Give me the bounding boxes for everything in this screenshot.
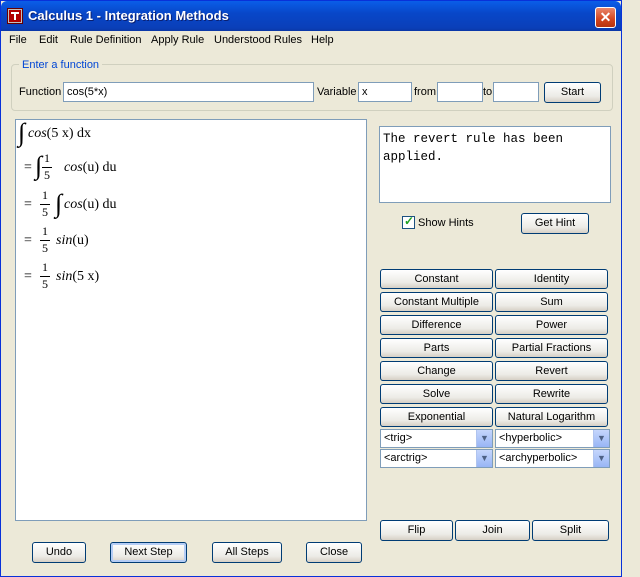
undo-button[interactable]: Undo [32, 542, 86, 563]
rule-button-identity[interactable]: Identity [495, 269, 608, 289]
rule-button-partial-fractions[interactable]: Partial Fractions [495, 338, 608, 358]
archyperbolic-select-value: <archyperbolic> [499, 452, 578, 464]
fraction-denominator: 5 [42, 277, 48, 291]
menu-edit[interactable]: Edit [39, 34, 58, 46]
chevron-down-icon[interactable]: ▼ [476, 450, 492, 467]
main-window: Calculus 1 - Integration Methods ✕ File … [0, 0, 622, 577]
next-step-button[interactable]: Next Step [110, 542, 187, 563]
fraction-denominator: 5 [42, 205, 48, 219]
to-input[interactable] [493, 82, 539, 102]
menu-understood-rules[interactable]: Understood Rules [214, 34, 302, 46]
fraction-numerator: 1 [42, 260, 48, 274]
all-steps-button[interactable]: All Steps [212, 542, 282, 563]
to-label: to [483, 86, 493, 98]
join-button[interactable]: Join [455, 520, 530, 541]
rule-button-revert[interactable]: Revert [495, 361, 608, 381]
chevron-down-icon[interactable]: ▼ [593, 450, 609, 467]
trig-select[interactable]: <trig> ▼ [380, 429, 493, 448]
rule-button-sum[interactable]: Sum [495, 292, 608, 312]
get-hint-button[interactable]: Get Hint [521, 213, 589, 234]
variable-label: Variable [317, 86, 357, 98]
integral-sign: ∫ [18, 118, 26, 147]
rule-button-change[interactable]: Change [380, 361, 493, 381]
hint-text-box[interactable]: The revert rule has been applied. [379, 126, 611, 203]
from-label: from [414, 86, 436, 98]
rule-button-constant-multiple[interactable]: Constant Multiple [380, 292, 493, 312]
fraction-numerator: 1 [42, 224, 48, 238]
split-button[interactable]: Split [532, 520, 609, 541]
function-label: Function [19, 86, 62, 98]
variable-input[interactable]: x [358, 82, 412, 102]
steps-workspace[interactable] [15, 119, 367, 521]
rule-button-natural-logarithm[interactable]: Natural Logarithm [495, 407, 608, 427]
arctrig-select-value: <arctrig> [384, 452, 428, 464]
rule-button-rewrite[interactable]: Rewrite [495, 384, 608, 404]
archyperbolic-select[interactable]: <archyperbolic> ▼ [495, 449, 610, 468]
integral-sign: ∫ [55, 189, 63, 218]
app-icon [7, 8, 23, 24]
hyperbolic-select-value: <hyperbolic> [499, 432, 562, 444]
menu-rule-definition[interactable]: Rule Definition [70, 34, 142, 46]
rule-button-parts[interactable]: Parts [380, 338, 493, 358]
menu-help[interactable]: Help [311, 34, 334, 46]
equals-sign: = [24, 233, 32, 248]
fraction-denominator: 5 [44, 168, 50, 182]
from-input[interactable] [437, 82, 483, 102]
menu-bar: File Edit Rule Definition Apply Rule Und… [1, 31, 621, 51]
equals-sign: = [24, 269, 32, 284]
menu-file[interactable]: File [9, 34, 27, 46]
start-button[interactable]: Start [544, 82, 601, 103]
window-title: Calculus 1 - Integration Methods [28, 8, 229, 23]
hyperbolic-select[interactable]: <hyperbolic> ▼ [495, 429, 610, 448]
arctrig-select[interactable]: <arctrig> ▼ [380, 449, 493, 468]
show-hints-label: Show Hints [418, 217, 474, 229]
menu-apply-rule[interactable]: Apply Rule [151, 34, 204, 46]
trig-select-value: <trig> [384, 432, 413, 444]
rule-button-solve[interactable]: Solve [380, 384, 493, 404]
show-hints-checkbox[interactable]: ✓ [402, 214, 415, 229]
title-bar[interactable]: Calculus 1 - Integration Methods ✕ [1, 1, 621, 31]
equals-sign: = [24, 160, 32, 175]
flip-button[interactable]: Flip [380, 520, 453, 541]
rule-button-difference[interactable]: Difference [380, 315, 493, 335]
step-4-expression: sin(u) [56, 233, 89, 248]
equals-sign: = [24, 197, 32, 212]
step-3-expression: cos(u) du [64, 197, 117, 212]
close-window-button[interactable]: ✕ [595, 7, 616, 28]
function-input[interactable]: cos(5*x) [63, 82, 314, 102]
fraction-numerator: 1 [42, 188, 48, 202]
step-2-expression: cos(u) du [64, 160, 117, 175]
chevron-down-icon[interactable]: ▼ [476, 430, 492, 447]
chevron-down-icon[interactable]: ▼ [593, 430, 609, 447]
rule-button-power[interactable]: Power [495, 315, 608, 335]
step-1-expression: cos(5 x) dx [28, 126, 91, 141]
rule-button-constant[interactable]: Constant [380, 269, 493, 289]
step-5-expression: sin(5 x) [56, 269, 100, 284]
fraction-denominator: 5 [42, 241, 48, 255]
checkmark-icon: ✓ [404, 214, 415, 228]
fraction-numerator: 1 [44, 151, 50, 165]
rule-button-exponential[interactable]: Exponential [380, 407, 493, 427]
close-button[interactable]: Close [306, 542, 362, 563]
function-entry-legend: Enter a function [19, 59, 103, 71]
